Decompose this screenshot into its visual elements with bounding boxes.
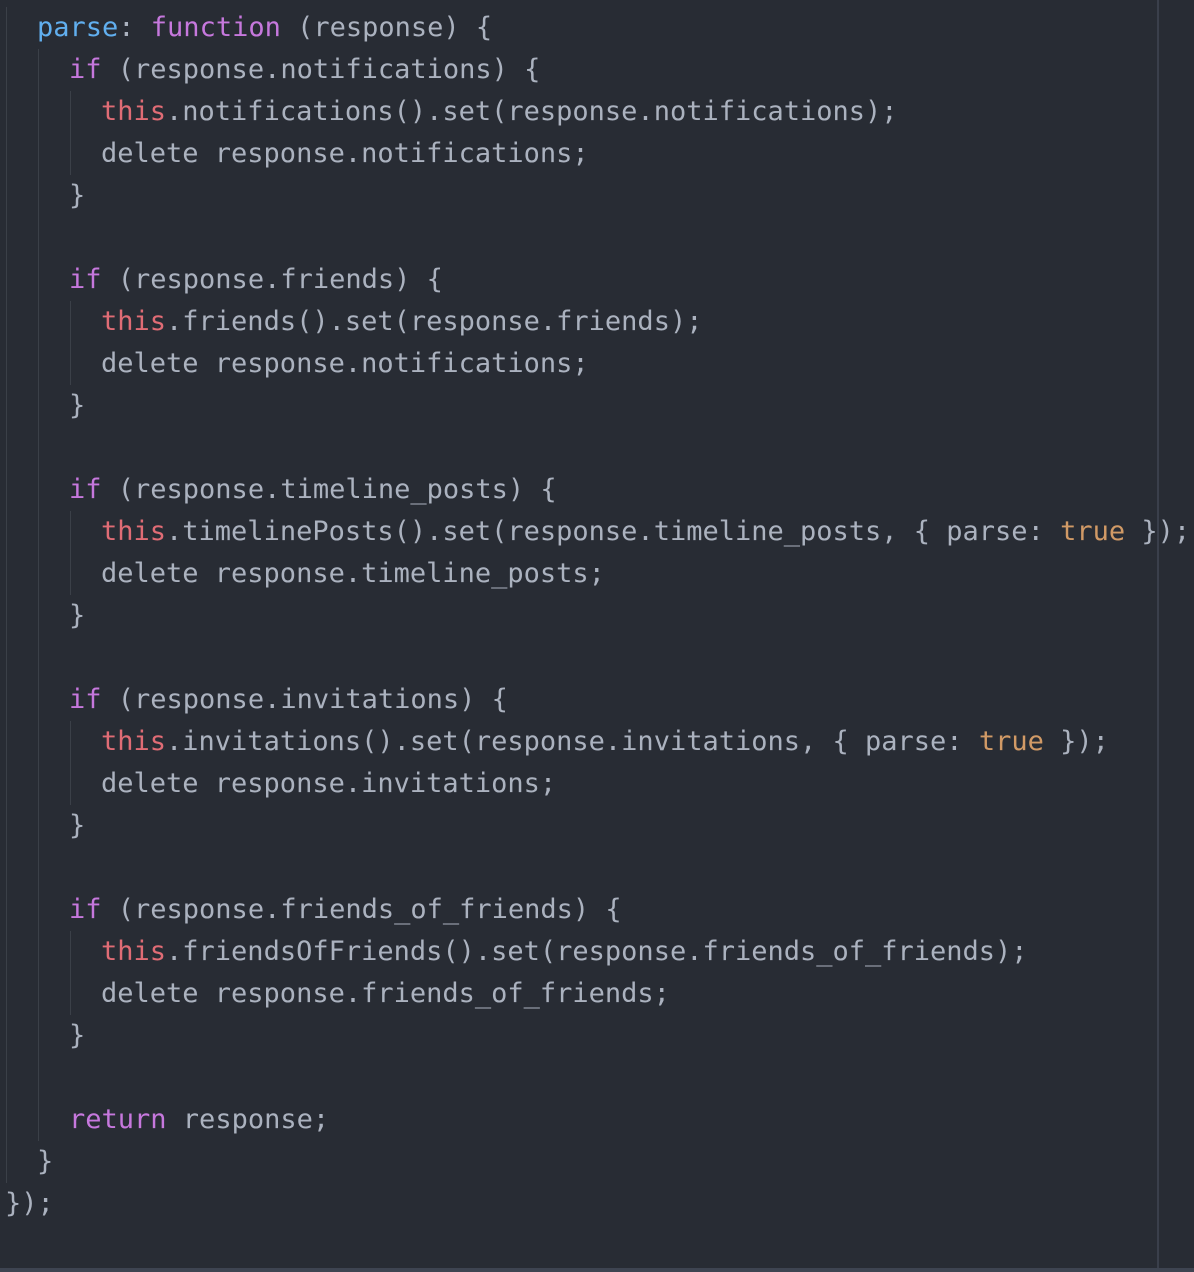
code-line[interactable]: } [0, 805, 1190, 847]
code-line[interactable] [0, 427, 1190, 469]
code-line[interactable]: delete response.notifications; [0, 133, 1190, 175]
code-token-plain: } [69, 600, 86, 631]
code-line[interactable]: if (response.notifications) { [0, 49, 1190, 91]
code-token-plain: .friends().set(response.friends); [166, 306, 703, 337]
code-line[interactable]: delete response.friends_of_friends; [0, 973, 1190, 1015]
code-token-keyword: if [69, 54, 102, 85]
code-token-plain: } [37, 1146, 54, 1177]
code-token-plain: } [69, 810, 86, 841]
code-line[interactable]: this .friends().set(response.friends); [0, 301, 1190, 343]
code-token-plain: (response.notifications) { [101, 54, 541, 85]
code-token-plain: (response.friends_of_friends) { [101, 894, 622, 925]
code-line[interactable]: parse: function (response) { [0, 7, 1190, 49]
code-line[interactable]: return response; [0, 1099, 1190, 1141]
code-line[interactable]: } [0, 1141, 1190, 1183]
code-token-this: this [101, 936, 167, 967]
code-line[interactable]: delete response.timeline_posts; [0, 553, 1190, 595]
code-token-keyword: function [150, 12, 281, 43]
code-line[interactable]: this .friendsOfFriends().set(response.fri… [0, 931, 1190, 973]
code-token-plain: .timelinePosts().set(response.timeline_p… [166, 516, 1061, 547]
code-line[interactable] [0, 847, 1190, 889]
code-token-plain: (response.timeline_posts) { [101, 474, 557, 505]
code-token-keyword: if [69, 684, 102, 715]
code-editor[interactable]: parse: function (response) {if (response… [0, 0, 1194, 1272]
code-block[interactable]: parse: function (response) {if (response… [0, 7, 1190, 1225]
code-token-plain: delete response.timeline_posts; [101, 558, 605, 589]
code-token-plain: delete response.invitations; [101, 768, 557, 799]
code-token-plain: (response.invitations) { [101, 684, 508, 715]
code-token-plain: }); [5, 1188, 54, 1219]
code-token-plain: (response.friends) { [101, 264, 443, 295]
code-token-keyword: if [69, 894, 102, 925]
code-line[interactable]: } [0, 595, 1190, 637]
code-line[interactable]: if (response.friends) { [0, 259, 1190, 301]
code-line[interactable]: if (response.timeline_posts) { [0, 469, 1190, 511]
code-token-plain: }); [1043, 726, 1109, 757]
code-line[interactable] [0, 217, 1190, 259]
code-token-boolean: true [1060, 516, 1126, 547]
code-line[interactable]: this .notifications().set(response.notifi… [0, 91, 1190, 133]
code-token-keyword: if [69, 264, 102, 295]
code-token-plain: delete response.notifications; [101, 348, 589, 379]
code-token-plain: } [69, 180, 86, 211]
code-token-plain: .invitations().set(response.invitations,… [166, 726, 979, 757]
code-line[interactable]: this .invitations().set(response.invitati… [0, 721, 1190, 763]
editor-bottom-border [0, 1268, 1194, 1272]
code-token-this: this [101, 726, 167, 757]
code-line[interactable]: if (response.invitations) { [0, 679, 1190, 721]
code-line[interactable] [0, 637, 1190, 679]
code-token-plain: } [69, 1020, 86, 1051]
code-line[interactable]: } [0, 175, 1190, 217]
code-token-plain: delete response.friends_of_friends; [101, 978, 670, 1009]
code-token-boolean: true [978, 726, 1044, 757]
code-token-plain: }); [1125, 516, 1191, 547]
code-token-plain: response; [166, 1104, 330, 1135]
code-token-keyword: if [69, 474, 102, 505]
code-token-this: this [101, 96, 167, 127]
code-token-plain: (response) { [280, 12, 493, 43]
code-line[interactable]: delete response.notifications; [0, 343, 1190, 385]
code-line[interactable]: } [0, 1015, 1190, 1057]
code-token-plain: : [118, 12, 151, 43]
code-line[interactable]: delete response.invitations; [0, 763, 1190, 805]
code-token-plain: .friendsOfFriends().set(response.friends… [166, 936, 1028, 967]
code-token-plain: .notifications().set(response.notificati… [166, 96, 898, 127]
code-token-plain: } [69, 390, 86, 421]
code-token-this: this [101, 306, 167, 337]
code-line[interactable]: this .timelinePosts().set(response.timeli… [0, 511, 1190, 553]
code-token-property: parse [37, 12, 119, 43]
code-line[interactable]: if (response.friends_of_friends) { [0, 889, 1190, 931]
code-line[interactable]: } [0, 385, 1190, 427]
code-line[interactable]: }); [0, 1183, 1190, 1225]
code-token-keyword: return [69, 1104, 167, 1135]
code-line[interactable] [0, 1057, 1190, 1099]
code-token-plain: delete response.notifications; [101, 138, 589, 169]
code-token-this: this [101, 516, 167, 547]
